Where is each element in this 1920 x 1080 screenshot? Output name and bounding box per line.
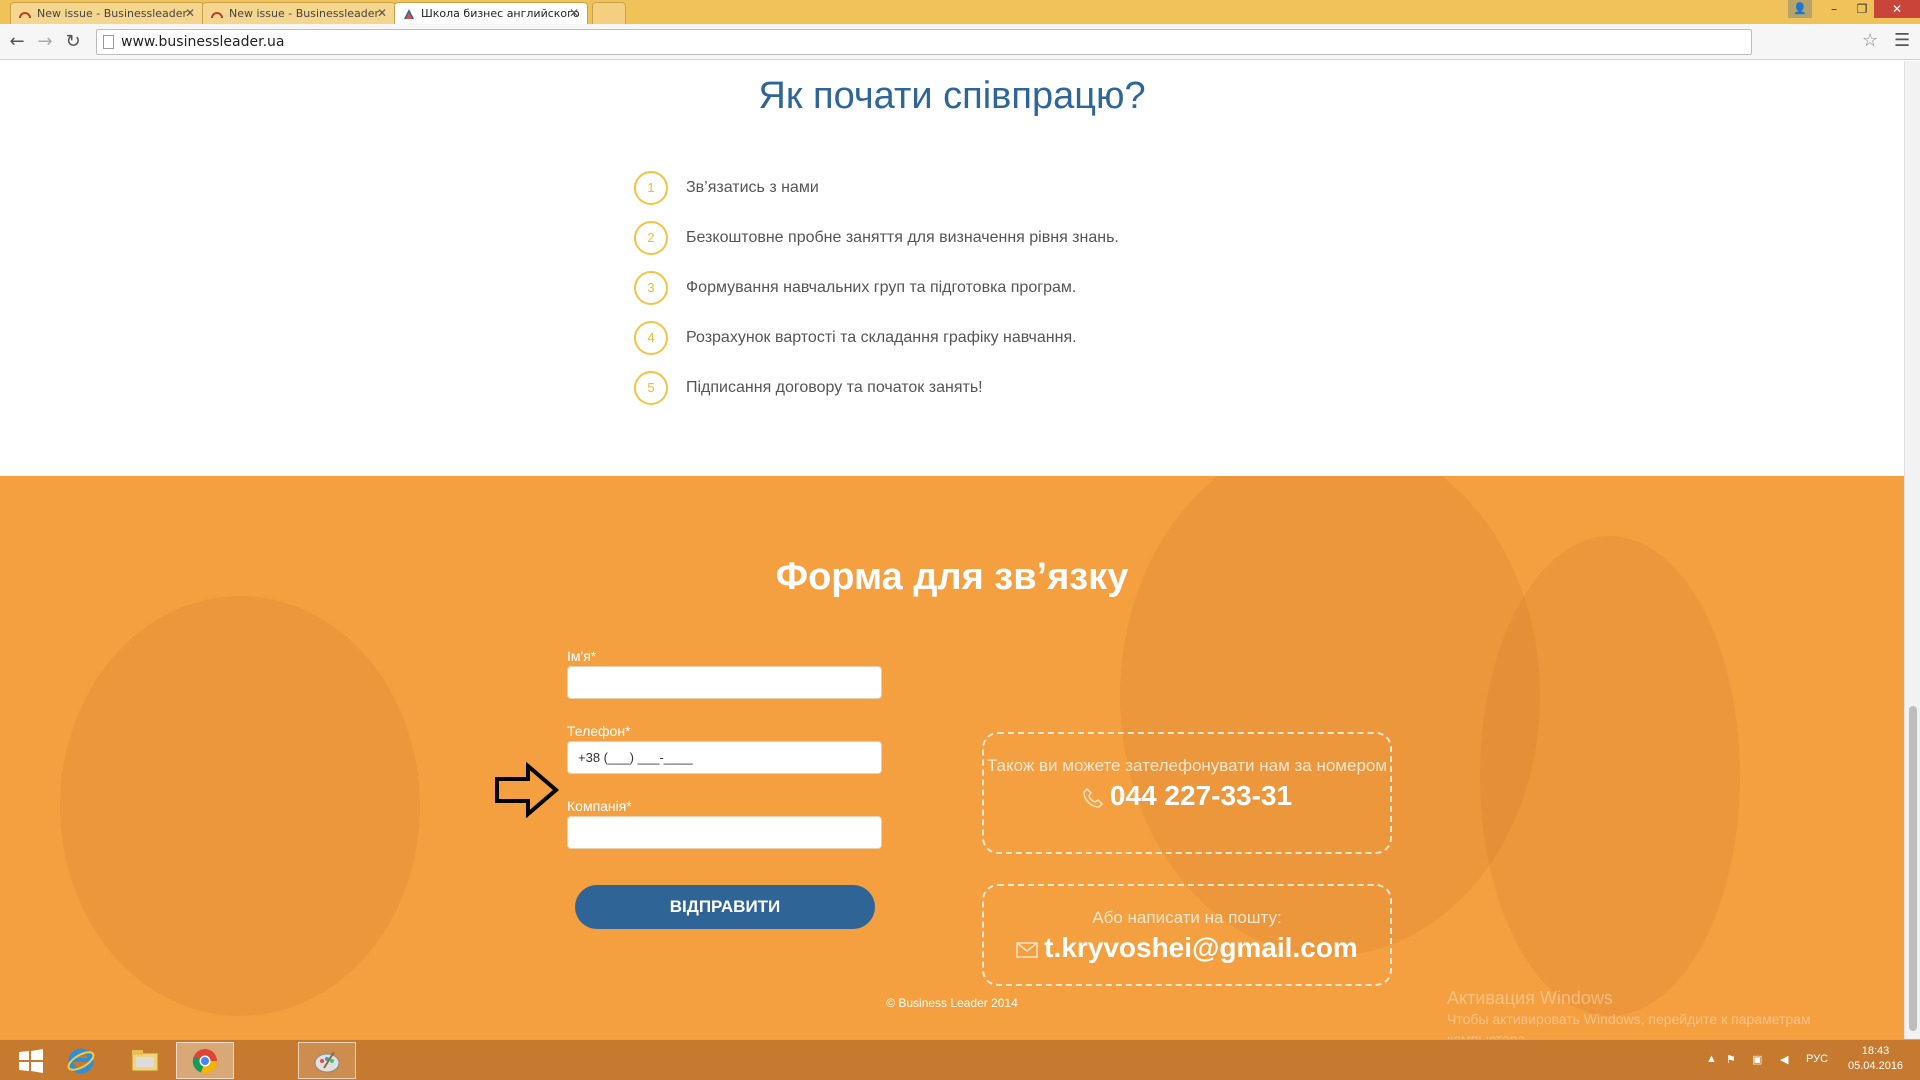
- arrow-right-icon: [495, 762, 560, 818]
- network-icon[interactable]: ▣: [1752, 1053, 1762, 1066]
- user-profile-icon[interactable]: 👤: [1788, 0, 1812, 18]
- step-text: Формування навчальних груп та підготовка…: [686, 279, 1077, 296]
- email-address[interactable]: t.kryvoshei@gmail.com: [1044, 932, 1358, 963]
- form-title: Форма для зв’язку: [775, 556, 1129, 598]
- scrollbar-thumb[interactable]: [1909, 706, 1917, 1031]
- name-field[interactable]: [567, 666, 882, 699]
- reload-icon[interactable]: ↻: [62, 31, 84, 53]
- step-text: Безкоштовне пробне заняття для визначенн…: [686, 229, 1119, 246]
- paint-taskbar-icon[interactable]: [298, 1042, 356, 1079]
- new-tab-button[interactable]: [592, 2, 626, 24]
- phone-contact-box: Також ви можете зателефонувати нам за но…: [982, 732, 1392, 854]
- company-label: Компанія*: [567, 798, 632, 814]
- restore-icon[interactable]: ❐: [1848, 0, 1876, 18]
- show-hidden-icons[interactable]: ▲: [1706, 1053, 1717, 1065]
- internet-explorer-icon[interactable]: [52, 1042, 110, 1079]
- step-number: 4: [634, 321, 668, 355]
- phone-label: Телефон*: [567, 723, 631, 739]
- steps-title: Як почати співпрацю?: [758, 75, 1146, 117]
- background-blur-shape: [60, 596, 420, 1016]
- page-scrollbar[interactable]: [1904, 61, 1920, 1039]
- submit-button[interactable]: ВІДПРАВИТИ: [575, 885, 875, 929]
- clock-time: 18:43: [1861, 1045, 1890, 1057]
- chrome-taskbar-icon[interactable]: [176, 1042, 234, 1079]
- email-contact-text: Або написати на пошту:: [1092, 908, 1282, 927]
- watermark-title: Активация Windows: [1447, 988, 1613, 1008]
- chrome-menu-icon[interactable]: ☰: [1894, 30, 1910, 51]
- tab-favicon-icon: [404, 9, 414, 19]
- file-explorer-icon[interactable]: [116, 1042, 174, 1079]
- step-number: 5: [634, 371, 668, 405]
- browser-toolbar: ← → ↻ www.businessleader.ua ☆ ☰: [0, 24, 1920, 60]
- phone-contact-text: Також ви можете зателефонувати нам за но…: [986, 756, 1388, 775]
- step-text: Розрахунок вартості та складання графіку…: [686, 329, 1077, 346]
- envelope-icon: [1016, 941, 1038, 958]
- tab-close-icon[interactable]: ✕: [185, 6, 195, 20]
- tab-title: Школа бизнес английского: [421, 7, 580, 20]
- tab-close-icon[interactable]: ✕: [569, 6, 579, 20]
- browser-tab-2[interactable]: New issue - Businessleader ✕: [202, 2, 396, 24]
- step-text: Підписання договору та початок занять!: [686, 379, 983, 396]
- action-center-flag-icon[interactable]: ⚑: [1726, 1053, 1736, 1066]
- background-blur-shape: [1480, 536, 1740, 1016]
- step-number: 3: [634, 271, 668, 305]
- tab-title: New issue - Businessleader: [37, 7, 188, 20]
- phone-field[interactable]: +38 (___) ___-____: [567, 741, 882, 774]
- browser-tab-1[interactable]: New issue - Businessleader ✕: [10, 2, 204, 24]
- windows-activation-watermark: Активация Windows Чтобы активировать Win…: [1447, 988, 1867, 1039]
- phone-icon: [1083, 787, 1103, 808]
- system-clock[interactable]: 18:43 05.04.2016: [1848, 1044, 1903, 1074]
- tab-favicon-icon: [19, 12, 31, 19]
- step-number: 1: [634, 171, 668, 205]
- step-text: Зв’язатись з нами: [686, 179, 819, 196]
- name-label: Ім'я*: [567, 648, 597, 664]
- tab-title: New issue - Businessleader: [229, 7, 380, 20]
- browser-tab-strip: New issue - Businessleader ✕ New issue -…: [0, 0, 1920, 24]
- tab-close-icon[interactable]: ✕: [377, 6, 387, 20]
- forward-icon[interactable]: →: [34, 31, 56, 53]
- minimize-icon[interactable]: –: [1820, 0, 1848, 18]
- page-icon: [103, 35, 114, 49]
- page-content: Як почати співпрацю? 1 Зв’язатись з нами…: [0, 61, 1904, 1039]
- email-contact-box: Або написати на пошту: t.kryvoshei@gmail…: [982, 884, 1392, 986]
- tab-favicon-icon: [211, 12, 223, 19]
- browser-tab-3[interactable]: Школа бизнес английского ✕: [394, 2, 588, 24]
- input-language[interactable]: РУС: [1806, 1053, 1828, 1065]
- back-icon[interactable]: ←: [6, 31, 28, 53]
- phone-number[interactable]: 044 227-33-31: [1110, 780, 1292, 811]
- address-bar[interactable]: www.businessleader.ua: [96, 29, 1752, 55]
- window-close-icon[interactable]: ✕: [1874, 0, 1920, 18]
- url-text: www.businessleader.ua: [121, 34, 285, 50]
- watermark-text: Чтобы активировать Windows, перейдите к …: [1447, 1011, 1811, 1039]
- step-number: 2: [634, 221, 668, 255]
- contact-section: Форма для зв’язку Ім'я* Телефон* +38 (__…: [0, 476, 1904, 1039]
- company-field[interactable]: [567, 816, 882, 849]
- bookmark-star-icon[interactable]: ☆: [1862, 30, 1878, 51]
- clock-date: 05.04.2016: [1848, 1060, 1904, 1072]
- windows-taskbar: ▲ ⚑ ▣ ◀ РУС 18:43 05.04.2016: [0, 1039, 1920, 1080]
- volume-icon[interactable]: ◀: [1780, 1053, 1788, 1066]
